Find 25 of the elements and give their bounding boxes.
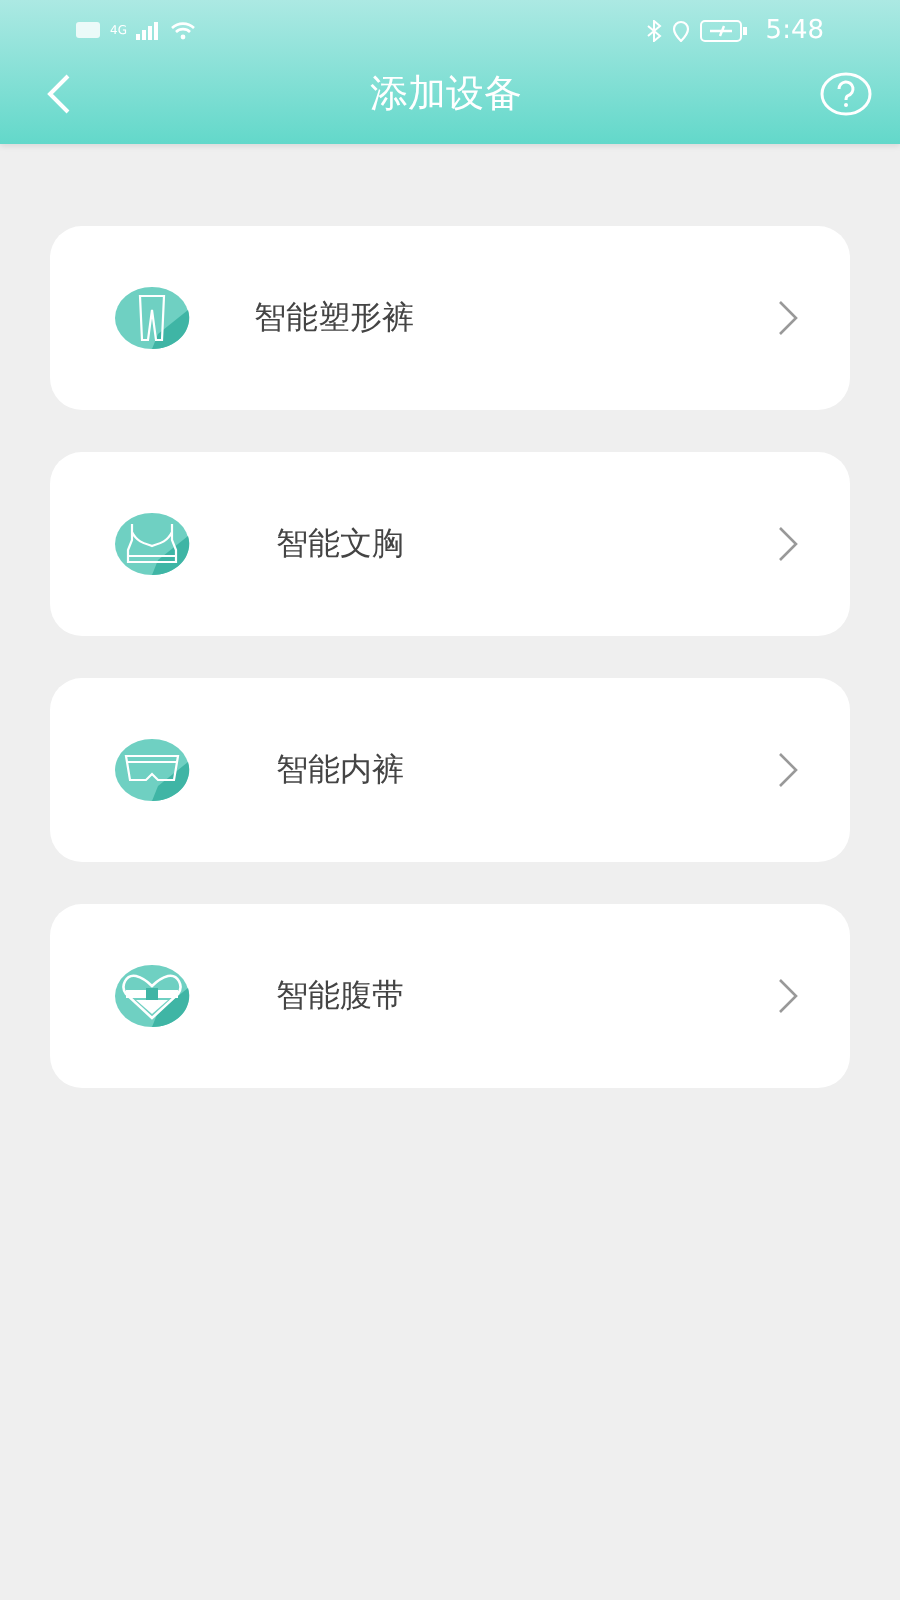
hd-icon <box>76 22 100 38</box>
chevron-right-icon <box>778 526 800 562</box>
wifi-icon <box>170 20 197 40</box>
heart-belt-icon <box>114 964 190 1028</box>
device-name: 智能内裤 <box>276 749 406 791</box>
bluetooth-icon <box>645 19 662 41</box>
bra-icon <box>114 512 190 576</box>
status-time: 5:48 <box>765 15 824 45</box>
device-card[interactable]: 智能文胸 <box>50 452 850 636</box>
location-icon <box>671 19 690 41</box>
device-card[interactable]: 智能腹带 <box>50 904 850 1088</box>
device-name: 智能腹带 <box>276 975 406 1017</box>
device-card[interactable]: 智能塑形裤 <box>50 226 850 410</box>
device-name: 智能文胸 <box>276 523 406 565</box>
chevron-right-icon <box>778 752 800 788</box>
battery-icon <box>699 19 748 41</box>
help-button[interactable] <box>816 68 876 120</box>
briefs-icon <box>114 738 190 802</box>
device-card[interactable]: 智能内裤 <box>50 678 850 862</box>
chevron-right-icon <box>778 978 800 1014</box>
chevron-right-icon <box>778 300 800 336</box>
signal-icon <box>136 21 161 39</box>
device-name: 智能塑形裤 <box>254 297 416 339</box>
page-title: 添加设备 <box>370 70 522 120</box>
leggings-icon <box>114 286 190 350</box>
